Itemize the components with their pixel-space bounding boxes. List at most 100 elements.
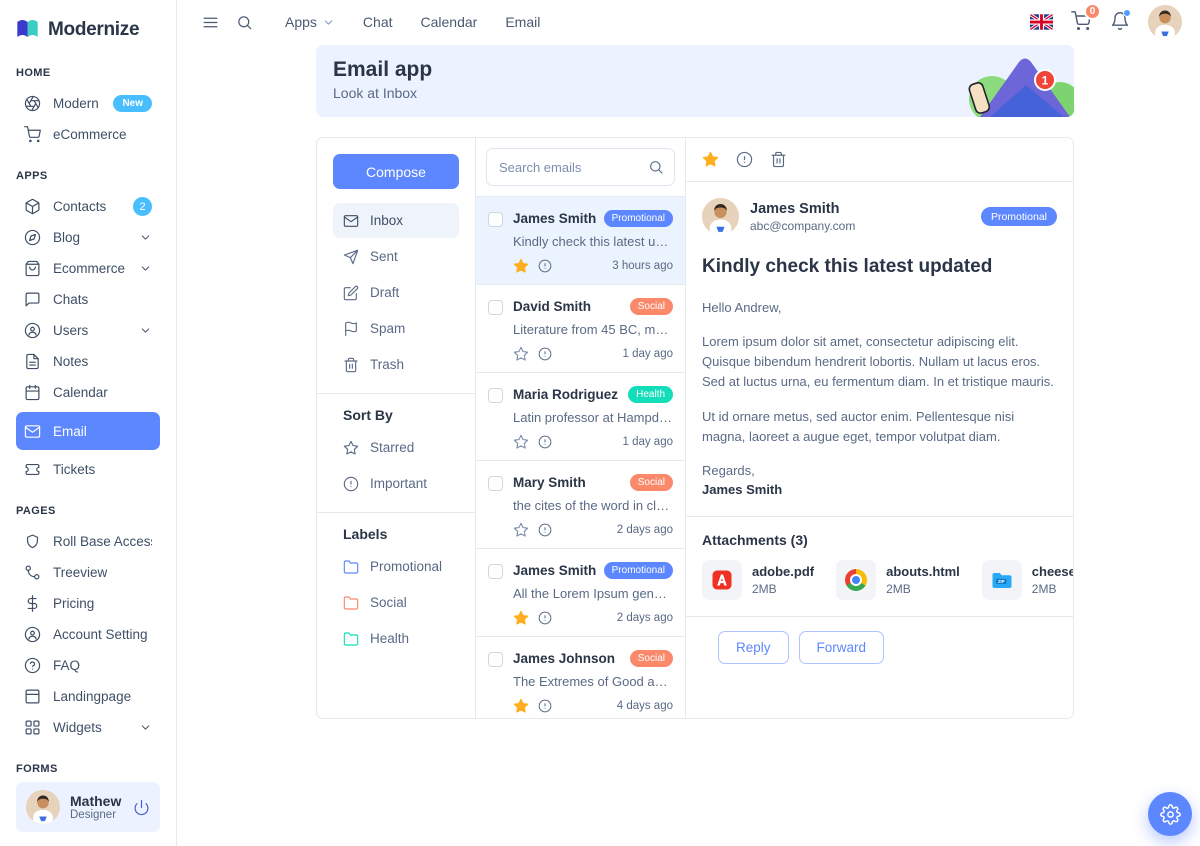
important-icon[interactable] xyxy=(538,611,552,625)
sidebar-item-icon xyxy=(24,291,41,308)
star-icon[interactable] xyxy=(513,698,529,714)
sidebar-item-tickets[interactable]: Tickets xyxy=(16,454,160,485)
mail-list-item[interactable]: James Smith Promotional Kindly check thi… xyxy=(476,197,685,285)
mail-list-item[interactable]: James Smith Promotional All the Lorem Ip… xyxy=(476,549,685,637)
sidebar-item-contacts[interactable]: Contacts 2 xyxy=(16,191,160,222)
topnav-link-calendar[interactable]: Calendar xyxy=(407,8,492,36)
forward-button[interactable]: Forward xyxy=(799,631,885,664)
reply-button[interactable]: Reply xyxy=(718,631,789,664)
sidebar-item-modern[interactable]: Modern New xyxy=(16,88,160,119)
important-icon[interactable] xyxy=(736,151,753,168)
email-sender: James Smith xyxy=(513,211,598,226)
mail-detail-pane: James Smith abc@company.com Promotional … xyxy=(686,138,1073,718)
important-icon[interactable] xyxy=(538,435,552,449)
sidebar-item-ecommerce[interactable]: Ecommerce xyxy=(16,253,160,284)
email-checkbox[interactable] xyxy=(488,476,503,491)
user-avatar xyxy=(26,790,60,824)
star-icon[interactable] xyxy=(513,610,529,626)
important-icon[interactable] xyxy=(538,523,552,537)
sidebar-item-users[interactable]: Users xyxy=(16,315,160,346)
sidebar-item-pricing[interactable]: Pricing xyxy=(16,588,160,619)
folder-icon xyxy=(343,631,359,647)
sidebar-item-account-setting[interactable]: Account Setting xyxy=(16,619,160,650)
sidebar-item-roll-base-access[interactable]: Roll Base Access xyxy=(16,526,160,557)
hamburger-icon xyxy=(202,14,219,31)
topnav-link-chat[interactable]: Chat xyxy=(349,8,407,36)
search-button[interactable] xyxy=(229,7,259,37)
topnav-link-apps[interactable]: Apps xyxy=(271,8,349,36)
divider xyxy=(317,512,475,513)
search-bar xyxy=(476,138,685,197)
sidebar-item-email[interactable]: Email xyxy=(16,412,160,450)
mail-sort-starred[interactable]: Starred xyxy=(333,430,459,465)
user-role: Designer xyxy=(70,809,121,821)
star-icon[interactable] xyxy=(513,522,529,538)
divider xyxy=(686,516,1073,517)
important-icon[interactable] xyxy=(538,347,552,361)
sidebar-item-notes[interactable]: Notes xyxy=(16,346,160,377)
settings-fab-button[interactable] xyxy=(1148,792,1192,836)
trash-icon[interactable] xyxy=(770,151,787,168)
mail-folder-sent[interactable]: Sent xyxy=(333,239,459,274)
sidebar-item-treeview[interactable]: Treeview xyxy=(16,557,160,588)
search-input[interactable] xyxy=(486,148,675,186)
detail-actions: Reply Forward xyxy=(686,616,1073,678)
folder-icon xyxy=(343,595,359,611)
sidebar-item-widgets[interactable]: Widgets xyxy=(16,712,160,743)
email-paragraph: Ut id ornare metus, sed auctor enim. Pel… xyxy=(702,407,1057,447)
email-sender: James Smith xyxy=(513,563,598,578)
mail-folder-inbox[interactable]: Inbox xyxy=(333,203,459,238)
email-checkbox[interactable] xyxy=(488,652,503,667)
cart-button[interactable]: 0 xyxy=(1070,11,1092,33)
sidebar-item-calendar[interactable]: Calendar xyxy=(16,377,160,408)
email-time: 2 days ago xyxy=(617,524,673,536)
modernize-logo-icon xyxy=(14,18,41,41)
attachment-item[interactable]: adobe.pdf 2MB xyxy=(702,560,814,600)
topnav-link-email[interactable]: Email xyxy=(491,8,554,36)
email-checkbox[interactable] xyxy=(488,564,503,579)
mail-label-promotional[interactable]: Promotional xyxy=(333,549,459,584)
mail-list-item[interactable]: James Johnson Social The Extremes of Goo… xyxy=(476,637,685,718)
mail-label-social[interactable]: Social xyxy=(333,585,459,620)
mail-folder-draft[interactable]: Draft xyxy=(333,275,459,310)
important-icon[interactable] xyxy=(538,699,552,713)
attachment-item[interactable]: ZIP cheese.zip 2MB xyxy=(982,560,1074,600)
mail-list-item[interactable]: David Smith Social Literature from 45 BC… xyxy=(476,285,685,373)
sidebar-item-ecommerce[interactable]: eCommerce xyxy=(16,119,160,150)
logout-icon[interactable] xyxy=(133,799,150,816)
attachment-item[interactable]: abouts.html 2MB xyxy=(836,560,960,600)
star-icon[interactable] xyxy=(513,258,529,274)
mail-label-health[interactable]: Health xyxy=(333,621,459,656)
mail-folder-trash[interactable]: Trash xyxy=(333,347,459,382)
email-checkbox[interactable] xyxy=(488,212,503,227)
email-checkbox[interactable] xyxy=(488,300,503,315)
star-icon[interactable] xyxy=(513,346,529,362)
star-icon[interactable] xyxy=(513,434,529,450)
search-icon[interactable] xyxy=(648,159,664,175)
menu-toggle-button[interactable] xyxy=(195,7,225,37)
compose-button[interactable]: Compose xyxy=(333,154,459,189)
new-badge: New xyxy=(113,95,152,112)
sidebar-item-chats[interactable]: Chats xyxy=(16,284,160,315)
language-flag-icon[interactable] xyxy=(1030,14,1053,30)
sidebar-user-card[interactable]: Mathew Designer xyxy=(16,782,160,832)
sidebar-section-heading: APPS xyxy=(0,160,176,191)
chevron-down-icon xyxy=(139,231,152,244)
sidebar-item-blog[interactable]: Blog xyxy=(16,222,160,253)
brand-logo[interactable]: Modernize xyxy=(0,10,176,57)
important-icon[interactable] xyxy=(538,259,552,273)
folder-icon xyxy=(343,559,359,575)
email-preview: Latin professor at Hampden-... xyxy=(513,410,673,425)
email-checkbox[interactable] xyxy=(488,388,503,403)
notifications-button[interactable] xyxy=(1109,11,1131,33)
mail-list-item[interactable]: Maria Rodriguez Health Latin professor a… xyxy=(476,373,685,461)
sidebar-item-landingpage[interactable]: Landingpage xyxy=(16,681,160,712)
sidebar-section-heading: HOME xyxy=(0,57,176,88)
email-time: 4 days ago xyxy=(617,700,673,712)
profile-avatar[interactable] xyxy=(1148,5,1182,39)
mail-folder-spam[interactable]: Spam xyxy=(333,311,459,346)
sidebar-item-faq[interactable]: FAQ xyxy=(16,650,160,681)
mail-sort-important[interactable]: Important xyxy=(333,466,459,501)
mail-list-item[interactable]: Mary Smith Social the cites of the word … xyxy=(476,461,685,549)
star-icon[interactable] xyxy=(702,151,719,168)
